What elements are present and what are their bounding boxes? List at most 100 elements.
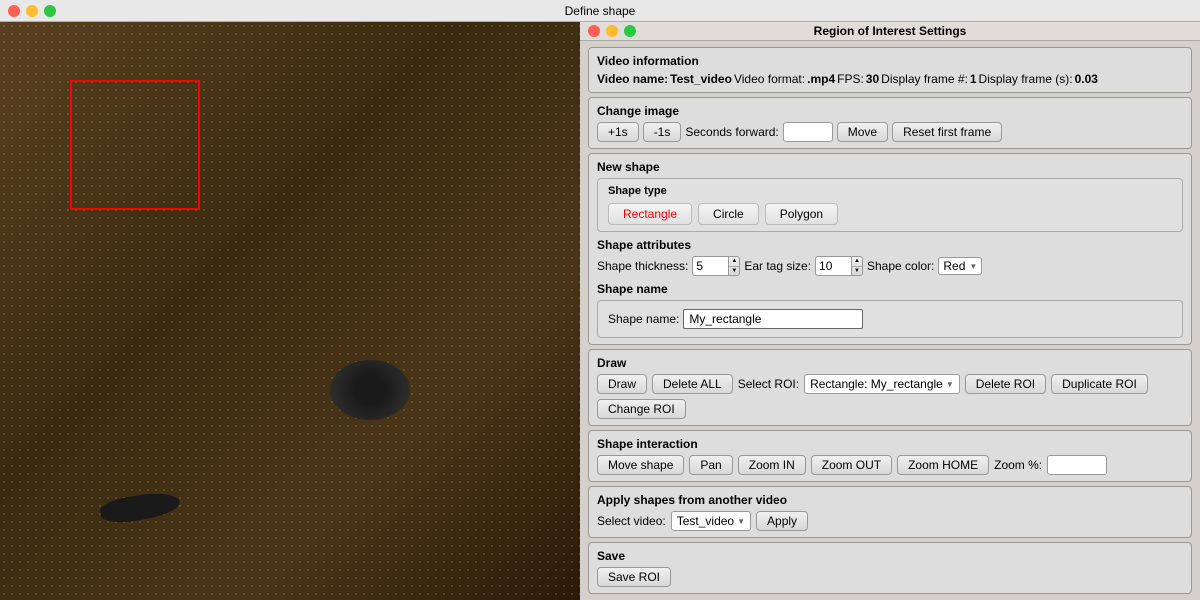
display-frame-label: Display frame #: xyxy=(881,72,968,86)
duplicate-roi-button[interactable]: Duplicate ROI xyxy=(1051,374,1148,394)
shape-name-container: Shape name Shape name: xyxy=(597,282,1183,338)
minus1s-button[interactable]: -1s xyxy=(643,122,682,142)
shape-attributes-row: Shape thickness: ▲ ▼ Ear tag size: xyxy=(597,256,1183,276)
apply-shapes-section: Apply shapes from another video Select v… xyxy=(588,486,1192,538)
draw-header: Draw xyxy=(597,356,1183,370)
shape-attributes-container: Shape attributes Shape thickness: ▲ ▼ Ea… xyxy=(597,238,1183,276)
roi-maximize-button[interactable] xyxy=(624,25,636,37)
new-shape-section: New shape Shape type Rectangle Circle Po… xyxy=(588,153,1192,345)
apply-button[interactable]: Apply xyxy=(756,511,808,531)
ear-tag-down-arrow[interactable]: ▼ xyxy=(852,267,862,276)
draw-section: Draw Draw Delete ALL Select ROI: Rectang… xyxy=(588,349,1192,426)
change-roi-button[interactable]: Change ROI xyxy=(597,399,686,419)
display-frame-value: 1 xyxy=(970,72,977,86)
roi-dropdown-arrow: ▼ xyxy=(946,380,954,389)
select-roi-dropdown[interactable]: Rectangle: My_rectangle ▼ xyxy=(804,374,960,394)
select-video-label: Select video: xyxy=(597,514,666,528)
ear-tag-up-arrow[interactable]: ▲ xyxy=(852,257,862,267)
shape-type-buttons: Rectangle Circle Polygon xyxy=(608,203,1172,225)
thickness-spinner: ▲ ▼ xyxy=(692,256,740,276)
shape-attributes-header: Shape attributes xyxy=(597,238,1183,252)
shape-name-header: Shape name xyxy=(597,282,1183,296)
video-name-label: Video name: xyxy=(597,72,668,86)
draw-row: Draw Delete ALL Select ROI: Rectangle: M… xyxy=(597,374,1183,419)
maximize-button[interactable] xyxy=(44,5,56,17)
zoom-in-button[interactable]: Zoom IN xyxy=(738,455,806,475)
right-title-bar: Region of Interest Settings xyxy=(580,22,1200,41)
change-image-header: Change image xyxy=(597,104,1183,118)
move-button[interactable]: Move xyxy=(837,122,888,142)
ear-tag-input[interactable] xyxy=(815,256,851,276)
video-information-section: Video information Video name: Test_video… xyxy=(588,47,1192,93)
thickness-arrows: ▲ ▼ xyxy=(728,256,740,276)
thickness-down-arrow[interactable]: ▼ xyxy=(729,267,739,276)
video-background xyxy=(0,22,580,600)
rectangle-button[interactable]: Rectangle xyxy=(608,203,692,225)
select-video-dropdown[interactable]: Test_video ▼ xyxy=(671,511,751,531)
select-video-value: Test_video xyxy=(677,514,734,528)
pan-button[interactable]: Pan xyxy=(689,455,732,475)
display-frame-s-value: 0.03 xyxy=(1075,72,1098,86)
zoom-home-button[interactable]: Zoom HOME xyxy=(897,455,989,475)
change-image-row: +1s -1s Seconds forward: Move Reset firs… xyxy=(597,122,1183,142)
video-info-row: Video name: Test_video Video format: .mp… xyxy=(597,72,1183,86)
video-dropdown-arrow: ▼ xyxy=(737,517,745,526)
apply-shapes-header: Apply shapes from another video xyxy=(597,493,1183,507)
change-image-section: Change image +1s -1s Seconds forward: Mo… xyxy=(588,97,1192,149)
color-label: Shape color: xyxy=(867,259,934,273)
shape-type-legend: Shape type xyxy=(608,185,1172,197)
shape-name-label: Shape name: xyxy=(608,312,679,326)
color-value: Red xyxy=(943,259,965,273)
zoom-out-button[interactable]: Zoom OUT xyxy=(811,455,892,475)
shape-name-row: Shape name: xyxy=(608,309,1172,329)
roi-close-button[interactable] xyxy=(588,25,600,37)
close-button[interactable] xyxy=(8,5,20,17)
shape-type-group: Shape type Rectangle Circle Polygon xyxy=(597,178,1183,232)
shape-interaction-header: Shape interaction xyxy=(597,437,1183,451)
shape-interaction-row: Move shape Pan Zoom IN Zoom OUT Zoom HOM… xyxy=(597,455,1183,475)
seconds-forward-input[interactable] xyxy=(783,122,833,142)
fps-label: FPS: xyxy=(837,72,864,86)
new-shape-header: New shape xyxy=(597,160,1183,174)
fps-value: 30 xyxy=(866,72,879,86)
settings-panel: Region of Interest Settings Video inform… xyxy=(580,22,1200,600)
display-frame-s-label: Display frame (s): xyxy=(979,72,1073,86)
right-window-title: Region of Interest Settings xyxy=(814,24,967,38)
roi-rectangle[interactable] xyxy=(70,80,200,210)
video-name-value: Test_video xyxy=(670,72,732,86)
shape-interaction-section: Shape interaction Move shape Pan Zoom IN… xyxy=(588,430,1192,482)
save-section: Save Save ROI xyxy=(588,542,1192,594)
zoom-pct-input[interactable] xyxy=(1047,455,1107,475)
zoom-pct-label: Zoom %: xyxy=(994,458,1042,472)
color-dropdown[interactable]: Red ▼ xyxy=(938,257,982,275)
thickness-label: Shape thickness: xyxy=(597,259,688,273)
delete-all-button[interactable]: Delete ALL xyxy=(652,374,733,394)
ear-tag-arrows: ▲ ▼ xyxy=(851,256,863,276)
select-roi-value: Rectangle: My_rectangle xyxy=(810,377,943,391)
dark-object xyxy=(330,360,410,420)
minimize-button[interactable] xyxy=(26,5,38,17)
color-dropdown-arrow: ▼ xyxy=(969,262,977,271)
save-row: Save ROI xyxy=(597,567,1183,587)
roi-minimize-button[interactable] xyxy=(606,25,618,37)
polygon-button[interactable]: Polygon xyxy=(765,203,838,225)
thickness-input[interactable] xyxy=(692,256,728,276)
select-roi-label: Select ROI: xyxy=(738,377,799,391)
move-shape-button[interactable]: Move shape xyxy=(597,455,684,475)
shape-name-box: Shape name: xyxy=(597,300,1183,338)
video-info-header: Video information xyxy=(597,54,1183,68)
save-roi-button[interactable]: Save ROI xyxy=(597,567,671,587)
reset-first-frame-button[interactable]: Reset first frame xyxy=(892,122,1002,142)
delete-roi-button[interactable]: Delete ROI xyxy=(965,374,1046,394)
plus1s-button[interactable]: +1s xyxy=(597,122,639,142)
draw-button[interactable]: Draw xyxy=(597,374,647,394)
ear-tag-label: Ear tag size: xyxy=(744,259,811,273)
thickness-up-arrow[interactable]: ▲ xyxy=(729,257,739,267)
save-header: Save xyxy=(597,549,1183,563)
shape-name-input[interactable] xyxy=(683,309,863,329)
ear-tag-spinner: ▲ ▼ xyxy=(815,256,863,276)
video-panel xyxy=(0,22,580,600)
circle-button[interactable]: Circle xyxy=(698,203,759,225)
video-format-value: .mp4 xyxy=(807,72,835,86)
apply-shapes-row: Select video: Test_video ▼ Apply xyxy=(597,511,1183,531)
